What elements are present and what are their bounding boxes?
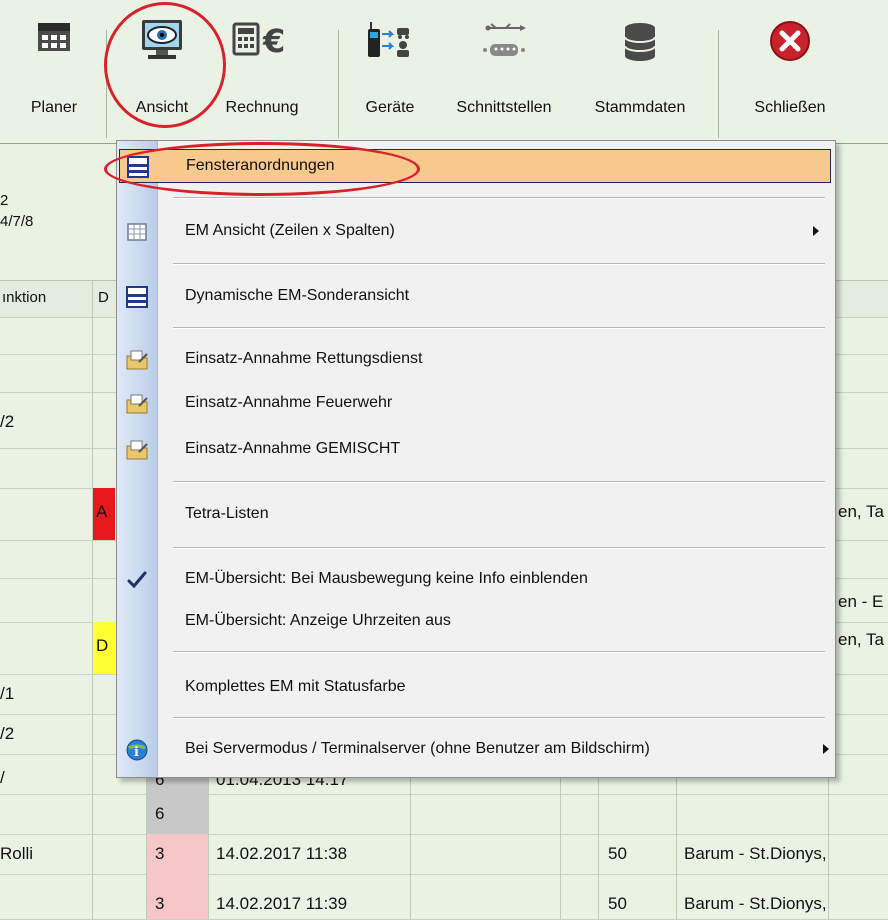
menu-item-label: Komplettes EM mit Statusfarbe xyxy=(185,678,406,695)
checkmark-icon xyxy=(127,571,147,589)
menu-item-label: EM Ansicht (Zeilen x Spalten) xyxy=(185,222,395,239)
info-line-1: 2 xyxy=(0,192,9,209)
menu-item-tetra-listen[interactable]: Tetra-Listen xyxy=(117,498,835,532)
menu-separator xyxy=(173,263,825,265)
info-panel: 2 4/7/8 xyxy=(0,190,33,232)
menu-separator xyxy=(173,327,825,329)
number-value: 50 xyxy=(608,844,627,863)
schnittstellen-label: Schnittstellen xyxy=(456,99,552,116)
grid-column-line xyxy=(598,754,599,919)
menu-item-keine-info-einblenden[interactable]: EM-Übersicht: Bei Mausbewegung keine Inf… xyxy=(117,563,835,597)
rechnung-button[interactable]: € Rechnung xyxy=(212,0,312,143)
database-icon xyxy=(624,23,656,61)
row-fragment: Rolli xyxy=(0,844,34,863)
annotation-circle xyxy=(104,2,226,128)
menu-item-label: Einsatz-Annahme Rettungsdienst xyxy=(185,350,423,367)
row-fragment: /1 xyxy=(0,684,15,703)
ansicht-dropdown-menu: Fensteranordnungen EM Ansicht (Zeilen x … xyxy=(116,140,836,778)
place-value: Barum - St.Dionys, xyxy=(684,844,827,863)
planer-label: Planer xyxy=(30,99,78,116)
menu-item-em-ansicht[interactable]: EM Ansicht (Zeilen x Spalten) xyxy=(117,215,835,249)
menu-item-komplettes-em[interactable]: Komplettes EM mit Statusfarbe xyxy=(117,671,835,705)
folder-edit-icon xyxy=(126,440,148,460)
table-view-icon xyxy=(127,223,147,241)
menu-separator xyxy=(173,481,825,483)
menu-item-label: Tetra-Listen xyxy=(185,505,269,522)
menu-item-label: Bei Servermodus / Terminalserver (ohne B… xyxy=(185,740,650,757)
svg-text:€: € xyxy=(262,22,285,56)
info-line-2: 4/7/8 xyxy=(0,213,34,230)
menu-item-annahme-feuerwehr[interactable]: Einsatz-Annahme Feuerwehr xyxy=(117,387,835,421)
menu-separator xyxy=(173,651,825,653)
row-fragment: /2 xyxy=(0,724,15,743)
calendar-grid-icon xyxy=(38,23,70,51)
grid-column-line xyxy=(146,754,147,919)
red-badge-text: A xyxy=(96,502,108,521)
status-value: 3 xyxy=(155,894,165,913)
row-fragment: en, Ta xyxy=(838,630,885,649)
folder-edit-icon xyxy=(126,394,148,414)
schnittstellen-button[interactable]: Schnittstellen xyxy=(440,0,568,143)
geraete-button[interactable]: Geräte xyxy=(350,0,430,143)
row-fragment: en, Ta xyxy=(838,502,885,521)
number-value: 50 xyxy=(608,894,627,913)
schliessen-label: Schließen xyxy=(754,99,826,116)
table-row[interactable]: 6 xyxy=(0,794,888,835)
menu-item-uhrzeiten-aus[interactable]: EM-Übersicht: Anzeige Uhrzeiten aus xyxy=(117,605,835,639)
annotation-ellipse xyxy=(104,142,420,196)
menu-item-servermodus[interactable]: i Bei Servermodus / Terminalserver (ohne… xyxy=(117,733,835,767)
menu-item-label: EM-Übersicht: Anzeige Uhrzeiten aus xyxy=(185,612,451,629)
submenu-arrow-icon xyxy=(813,226,819,236)
row-fragment: en - E xyxy=(838,592,884,611)
grid-column-line xyxy=(208,754,209,919)
stammdaten-label: Stammdaten xyxy=(594,99,686,116)
rechnung-label: Rechnung xyxy=(225,99,299,116)
header-cell-funktion[interactable]: ınktion xyxy=(2,289,46,306)
folder-edit-icon xyxy=(126,350,148,370)
calculator-euro-icon: € xyxy=(232,22,285,56)
menu-item-label: Einsatz-Annahme GEMISCHT xyxy=(185,440,401,457)
usb-serial-icon xyxy=(483,23,526,56)
close-circle-icon xyxy=(770,21,810,61)
row-fragment: / xyxy=(0,768,5,787)
info-globe-icon: i xyxy=(126,739,148,761)
place-value: Barum - St.Dionys, xyxy=(684,894,827,913)
menu-item-dynamische-sonderansicht[interactable]: Dynamische EM-Sonderansicht xyxy=(117,280,835,314)
menu-item-label: EM-Übersicht: Bei Mausbewegung keine Inf… xyxy=(185,570,588,587)
radio-devices-icon xyxy=(368,22,409,57)
menu-separator xyxy=(173,717,825,719)
grid-column-line xyxy=(676,754,677,919)
grid-column-line xyxy=(560,754,561,919)
date-value: 14.02.2017 11:39 xyxy=(216,894,348,913)
submenu-arrow-icon xyxy=(823,744,829,754)
header-cell-d[interactable]: D xyxy=(98,289,109,306)
table-row[interactable]: 3 14.02.2017 11:39 50 Barum - St.Dionys, xyxy=(0,874,888,920)
menu-item-label: Dynamische EM-Sonderansicht xyxy=(185,287,410,304)
menu-item-label: Einsatz-Annahme Feuerwehr xyxy=(185,394,393,411)
toolbar-separator xyxy=(338,30,339,138)
menu-separator xyxy=(173,197,825,199)
geraete-label: Geräte xyxy=(365,99,415,116)
stammdaten-button[interactable]: Stammdaten xyxy=(574,0,706,143)
date-value: 14.02.2017 11:38 xyxy=(216,844,348,863)
menu-item-annahme-gemischt[interactable]: Einsatz-Annahme GEMISCHT xyxy=(117,433,835,467)
planer-button[interactable]: Planer xyxy=(8,0,100,143)
table-row[interactable]: Rolli 3 14.02.2017 11:38 50 Barum - St.D… xyxy=(0,834,888,875)
grid-column-line xyxy=(410,754,411,919)
schliessen-button[interactable]: Schließen xyxy=(730,0,850,143)
status-value: 6 xyxy=(155,804,165,823)
svg-text:i: i xyxy=(134,745,139,760)
yellow-badge-text: D xyxy=(96,636,109,655)
window-layout-icon xyxy=(126,286,148,308)
menu-item-annahme-rettungsdienst[interactable]: Einsatz-Annahme Rettungsdienst xyxy=(117,343,835,377)
toolbar-separator xyxy=(718,30,719,138)
status-value: 3 xyxy=(155,844,165,863)
row-fragment: /2 xyxy=(0,412,15,431)
menu-separator xyxy=(173,547,825,549)
